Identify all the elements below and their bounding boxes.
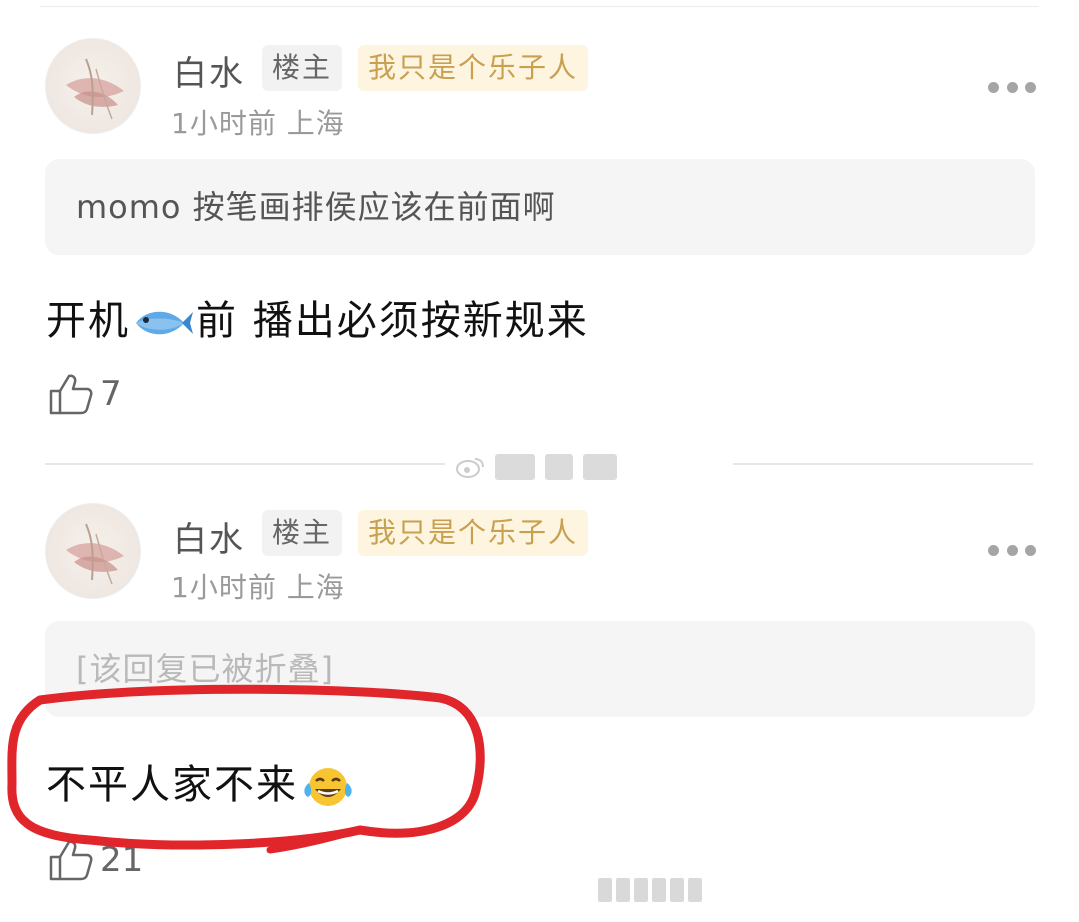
comment-meta: 1小时前 上海 (171, 566, 345, 606)
watermark (598, 878, 702, 902)
like-count: 21 (100, 840, 144, 880)
location: 上海 (286, 571, 345, 604)
more-options-icon[interactable] (988, 541, 1036, 559)
divider (733, 463, 1033, 465)
thumbs-up-icon (49, 840, 93, 881)
comment-text: 不平人家不来 (46, 752, 358, 810)
comment-text-part: 不平人家不来 (46, 762, 298, 808)
divider (45, 463, 445, 465)
comment-card: 白水 楼主 我只是个乐子人 1小时前 上海 [该回复已被折叠] 不平人家不来 2… (0, 0, 1079, 881)
op-badge: 楼主 (262, 510, 343, 556)
folded-reply[interactable]: [该回复已被折叠] (45, 621, 1035, 717)
weibo-logo-icon (456, 458, 484, 478)
like-button[interactable]: 21 (48, 838, 143, 882)
tears-of-joy-emoji-icon (304, 768, 352, 806)
username[interactable]: 白水 (173, 512, 245, 561)
user-tag-badge: 我只是个乐子人 (358, 510, 589, 556)
avatar[interactable] (45, 503, 141, 599)
flower-avatar-image (66, 523, 124, 585)
timestamp: 1小时前 (171, 571, 277, 604)
